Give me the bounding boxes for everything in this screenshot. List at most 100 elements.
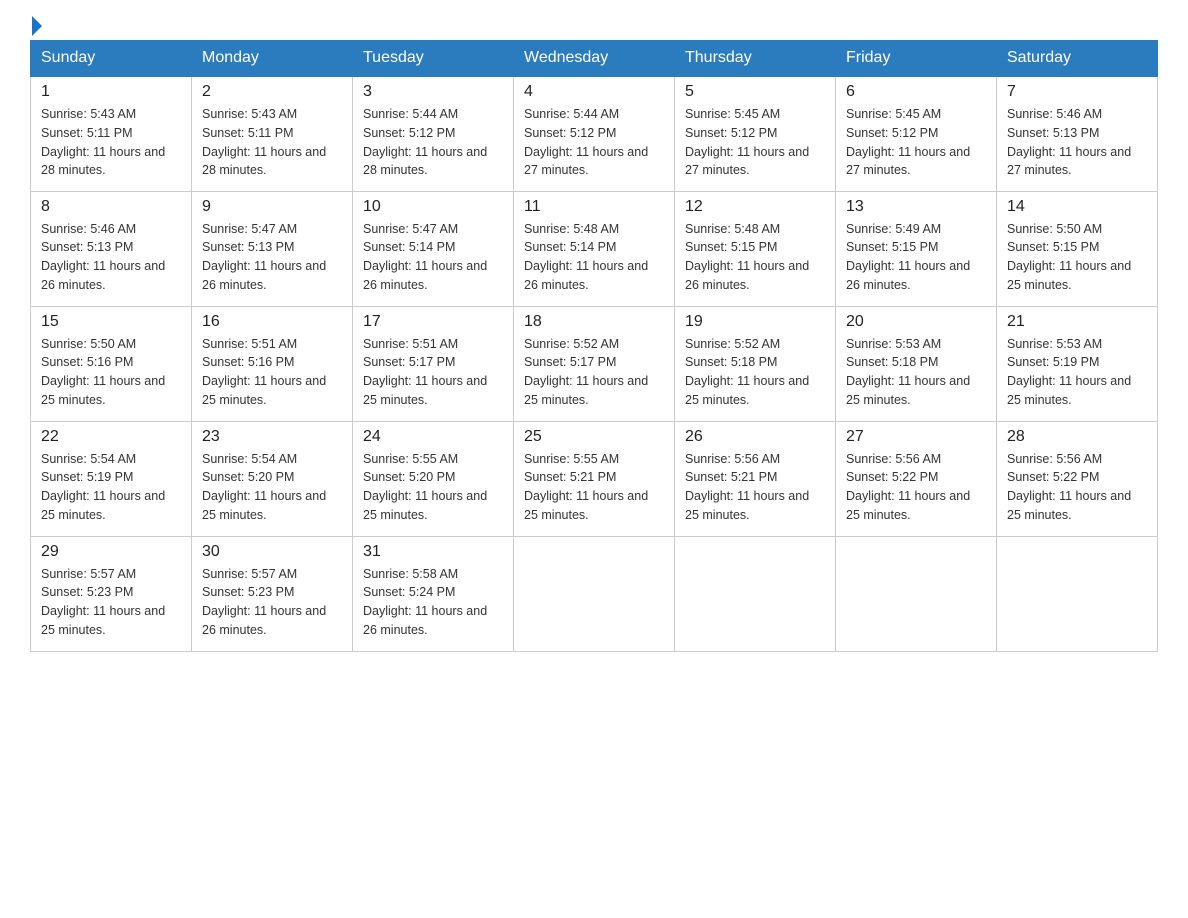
day-info: Sunrise: 5:44 AM Sunset: 5:12 PM Dayligh… [363, 105, 503, 180]
day-number: 12 [685, 198, 825, 216]
day-number: 13 [846, 198, 986, 216]
day-info: Sunrise: 5:53 AM Sunset: 5:18 PM Dayligh… [846, 335, 986, 410]
page-header [30, 20, 1158, 30]
calendar-day-cell: 25 Sunrise: 5:55 AM Sunset: 5:21 PM Dayl… [514, 421, 675, 536]
calendar-day-cell: 3 Sunrise: 5:44 AM Sunset: 5:12 PM Dayli… [353, 76, 514, 191]
day-number: 14 [1007, 198, 1147, 216]
day-number: 11 [524, 198, 664, 216]
day-info: Sunrise: 5:51 AM Sunset: 5:16 PM Dayligh… [202, 335, 342, 410]
calendar-day-cell: 15 Sunrise: 5:50 AM Sunset: 5:16 PM Dayl… [31, 306, 192, 421]
calendar-day-header: Saturday [997, 41, 1158, 77]
day-number: 22 [41, 428, 181, 446]
day-info: Sunrise: 5:47 AM Sunset: 5:13 PM Dayligh… [202, 220, 342, 295]
calendar-day-cell: 5 Sunrise: 5:45 AM Sunset: 5:12 PM Dayli… [675, 76, 836, 191]
day-number: 4 [524, 83, 664, 101]
calendar-day-cell: 26 Sunrise: 5:56 AM Sunset: 5:21 PM Dayl… [675, 421, 836, 536]
calendar-day-cell [836, 536, 997, 651]
day-number: 28 [1007, 428, 1147, 446]
day-info: Sunrise: 5:45 AM Sunset: 5:12 PM Dayligh… [685, 105, 825, 180]
day-info: Sunrise: 5:49 AM Sunset: 5:15 PM Dayligh… [846, 220, 986, 295]
calendar-day-header: Thursday [675, 41, 836, 77]
calendar-day-header: Friday [836, 41, 997, 77]
calendar-week-row: 15 Sunrise: 5:50 AM Sunset: 5:16 PM Dayl… [31, 306, 1158, 421]
day-info: Sunrise: 5:48 AM Sunset: 5:15 PM Dayligh… [685, 220, 825, 295]
calendar-day-cell: 21 Sunrise: 5:53 AM Sunset: 5:19 PM Dayl… [997, 306, 1158, 421]
calendar-day-cell: 12 Sunrise: 5:48 AM Sunset: 5:15 PM Dayl… [675, 191, 836, 306]
day-number: 23 [202, 428, 342, 446]
calendar-day-cell: 1 Sunrise: 5:43 AM Sunset: 5:11 PM Dayli… [31, 76, 192, 191]
day-number: 29 [41, 543, 181, 561]
day-info: Sunrise: 5:56 AM Sunset: 5:22 PM Dayligh… [1007, 450, 1147, 525]
calendar-day-header: Monday [192, 41, 353, 77]
calendar-day-cell: 31 Sunrise: 5:58 AM Sunset: 5:24 PM Dayl… [353, 536, 514, 651]
day-info: Sunrise: 5:57 AM Sunset: 5:23 PM Dayligh… [202, 565, 342, 640]
day-info: Sunrise: 5:52 AM Sunset: 5:18 PM Dayligh… [685, 335, 825, 410]
day-number: 15 [41, 313, 181, 331]
calendar-day-cell: 7 Sunrise: 5:46 AM Sunset: 5:13 PM Dayli… [997, 76, 1158, 191]
day-info: Sunrise: 5:55 AM Sunset: 5:20 PM Dayligh… [363, 450, 503, 525]
calendar-day-cell: 20 Sunrise: 5:53 AM Sunset: 5:18 PM Dayl… [836, 306, 997, 421]
day-number: 17 [363, 313, 503, 331]
calendar-day-header: Sunday [31, 41, 192, 77]
calendar-week-row: 1 Sunrise: 5:43 AM Sunset: 5:11 PM Dayli… [31, 76, 1158, 191]
calendar-day-cell: 4 Sunrise: 5:44 AM Sunset: 5:12 PM Dayli… [514, 76, 675, 191]
day-number: 16 [202, 313, 342, 331]
day-info: Sunrise: 5:46 AM Sunset: 5:13 PM Dayligh… [41, 220, 181, 295]
calendar-header-row: SundayMondayTuesdayWednesdayThursdayFrid… [31, 41, 1158, 77]
calendar-day-cell [514, 536, 675, 651]
day-number: 21 [1007, 313, 1147, 331]
day-info: Sunrise: 5:58 AM Sunset: 5:24 PM Dayligh… [363, 565, 503, 640]
calendar-day-cell: 27 Sunrise: 5:56 AM Sunset: 5:22 PM Dayl… [836, 421, 997, 536]
calendar-day-cell [997, 536, 1158, 651]
day-info: Sunrise: 5:43 AM Sunset: 5:11 PM Dayligh… [41, 105, 181, 180]
calendar-week-row: 8 Sunrise: 5:46 AM Sunset: 5:13 PM Dayli… [31, 191, 1158, 306]
day-info: Sunrise: 5:47 AM Sunset: 5:14 PM Dayligh… [363, 220, 503, 295]
day-number: 19 [685, 313, 825, 331]
calendar-day-cell: 18 Sunrise: 5:52 AM Sunset: 5:17 PM Dayl… [514, 306, 675, 421]
calendar-day-header: Wednesday [514, 41, 675, 77]
day-info: Sunrise: 5:46 AM Sunset: 5:13 PM Dayligh… [1007, 105, 1147, 180]
calendar-day-cell [675, 536, 836, 651]
calendar-week-row: 29 Sunrise: 5:57 AM Sunset: 5:23 PM Dayl… [31, 536, 1158, 651]
calendar-day-cell: 19 Sunrise: 5:52 AM Sunset: 5:18 PM Dayl… [675, 306, 836, 421]
calendar-day-cell: 8 Sunrise: 5:46 AM Sunset: 5:13 PM Dayli… [31, 191, 192, 306]
day-info: Sunrise: 5:54 AM Sunset: 5:19 PM Dayligh… [41, 450, 181, 525]
day-number: 10 [363, 198, 503, 216]
day-number: 27 [846, 428, 986, 446]
calendar-day-cell: 10 Sunrise: 5:47 AM Sunset: 5:14 PM Dayl… [353, 191, 514, 306]
day-number: 8 [41, 198, 181, 216]
day-info: Sunrise: 5:43 AM Sunset: 5:11 PM Dayligh… [202, 105, 342, 180]
day-number: 20 [846, 313, 986, 331]
day-number: 1 [41, 83, 181, 101]
day-number: 5 [685, 83, 825, 101]
logo-arrow-icon [32, 16, 42, 36]
day-number: 3 [363, 83, 503, 101]
day-number: 6 [846, 83, 986, 101]
calendar-day-cell: 29 Sunrise: 5:57 AM Sunset: 5:23 PM Dayl… [31, 536, 192, 651]
calendar-day-cell: 6 Sunrise: 5:45 AM Sunset: 5:12 PM Dayli… [836, 76, 997, 191]
day-number: 2 [202, 83, 342, 101]
calendar-day-cell: 11 Sunrise: 5:48 AM Sunset: 5:14 PM Dayl… [514, 191, 675, 306]
calendar-day-cell: 14 Sunrise: 5:50 AM Sunset: 5:15 PM Dayl… [997, 191, 1158, 306]
day-info: Sunrise: 5:56 AM Sunset: 5:21 PM Dayligh… [685, 450, 825, 525]
calendar-week-row: 22 Sunrise: 5:54 AM Sunset: 5:19 PM Dayl… [31, 421, 1158, 536]
calendar-day-cell: 16 Sunrise: 5:51 AM Sunset: 5:16 PM Dayl… [192, 306, 353, 421]
day-info: Sunrise: 5:51 AM Sunset: 5:17 PM Dayligh… [363, 335, 503, 410]
calendar-day-cell: 30 Sunrise: 5:57 AM Sunset: 5:23 PM Dayl… [192, 536, 353, 651]
calendar-day-cell: 2 Sunrise: 5:43 AM Sunset: 5:11 PM Dayli… [192, 76, 353, 191]
day-number: 25 [524, 428, 664, 446]
day-info: Sunrise: 5:52 AM Sunset: 5:17 PM Dayligh… [524, 335, 664, 410]
calendar-day-cell: 9 Sunrise: 5:47 AM Sunset: 5:13 PM Dayli… [192, 191, 353, 306]
day-number: 30 [202, 543, 342, 561]
day-info: Sunrise: 5:54 AM Sunset: 5:20 PM Dayligh… [202, 450, 342, 525]
day-number: 31 [363, 543, 503, 561]
calendar-day-cell: 24 Sunrise: 5:55 AM Sunset: 5:20 PM Dayl… [353, 421, 514, 536]
day-number: 18 [524, 313, 664, 331]
day-info: Sunrise: 5:57 AM Sunset: 5:23 PM Dayligh… [41, 565, 181, 640]
calendar-day-header: Tuesday [353, 41, 514, 77]
day-info: Sunrise: 5:45 AM Sunset: 5:12 PM Dayligh… [846, 105, 986, 180]
day-info: Sunrise: 5:50 AM Sunset: 5:15 PM Dayligh… [1007, 220, 1147, 295]
calendar-day-cell: 13 Sunrise: 5:49 AM Sunset: 5:15 PM Dayl… [836, 191, 997, 306]
calendar-day-cell: 23 Sunrise: 5:54 AM Sunset: 5:20 PM Dayl… [192, 421, 353, 536]
day-info: Sunrise: 5:53 AM Sunset: 5:19 PM Dayligh… [1007, 335, 1147, 410]
